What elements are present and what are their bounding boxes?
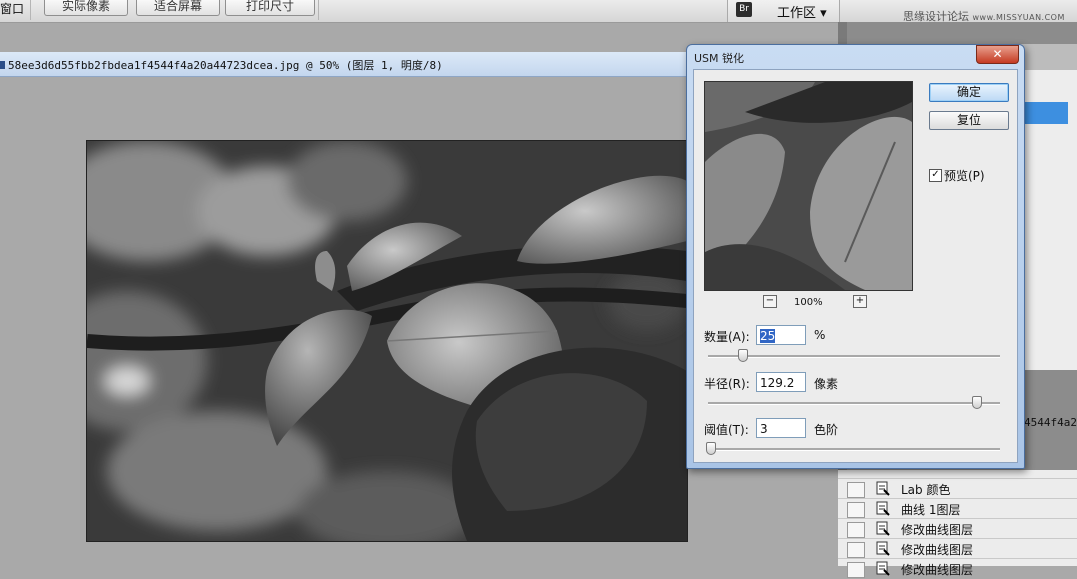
dialog-title: USM 锐化 xyxy=(694,52,745,65)
threshold-label: 阈值(T): xyxy=(704,423,749,437)
threshold-slider-thumb[interactable] xyxy=(705,442,716,455)
preview-checkbox[interactable]: ✓ xyxy=(929,169,942,182)
bridge-icon[interactable]: Br xyxy=(736,2,752,17)
actual-pixels-button[interactable]: 实际像素 xyxy=(44,0,128,16)
amount-value[interactable]: 25 xyxy=(760,329,776,343)
document-icon xyxy=(0,61,5,69)
history-snapshot-checkbox[interactable] xyxy=(847,482,865,498)
threshold-unit: 色阶 xyxy=(814,423,839,437)
history-row[interactable]: 曲线 1图层 xyxy=(838,498,1077,519)
history-row[interactable]: 修改曲线图层 xyxy=(838,518,1077,539)
history-state-icon xyxy=(876,561,890,576)
history-row[interactable]: 修改曲线图层 xyxy=(838,538,1077,559)
radius-input[interactable]: 129.2 xyxy=(756,372,806,392)
separator xyxy=(30,0,31,20)
history-row[interactable]: Lab 颜色 xyxy=(838,478,1077,499)
history-label: 修改曲线图层 xyxy=(901,543,974,557)
history-state-icon xyxy=(876,501,890,516)
document-tab[interactable]: 58ee3d6d55fbb2fbdea1f4544f4a20a44723dcea… xyxy=(0,52,686,77)
workspace-switcher[interactable]: Br 工作区 ▾ xyxy=(727,0,840,22)
dialog-body: − 100% + 确定 复位 ✓ 预览(P) 数量(A): 25 % 半径(R)… xyxy=(693,69,1018,463)
preview-image xyxy=(705,82,912,290)
selected-row-highlight[interactable] xyxy=(1023,102,1068,124)
history-label: 修改曲线图层 xyxy=(901,523,974,537)
amount-input[interactable]: 25 xyxy=(756,325,806,345)
unsharp-mask-dialog: USM 锐化 ✕ − 100% + 确定 复位 ✓ 预览(P) 数量(A): 2… xyxy=(686,44,1025,469)
history-label: Lab 颜色 xyxy=(901,483,951,497)
preview-checkbox-label[interactable]: 预览(P) xyxy=(944,167,985,184)
watermark-url: www.MISSYUAN.COM xyxy=(972,13,1065,22)
preview-window[interactable] xyxy=(704,81,913,291)
history-panel: Lab 颜色 曲线 1图层 修改曲线图层 修改曲线图层 修改曲线图层 xyxy=(838,470,1077,578)
print-size-button[interactable]: 打印尺寸 xyxy=(225,0,315,16)
history-label: 修改曲线图层 xyxy=(901,563,974,577)
layer-name-fragment: 4544f4a20 xyxy=(1024,416,1077,429)
threshold-input[interactable]: 3 xyxy=(756,418,806,438)
amount-unit: % xyxy=(814,328,826,342)
radius-unit: 像素 xyxy=(814,377,839,391)
zoom-out-button[interactable]: − xyxy=(763,295,777,308)
canvas-image[interactable] xyxy=(86,140,688,542)
zoom-in-button[interactable]: + xyxy=(853,295,867,308)
amount-label: 数量(A): xyxy=(704,330,750,344)
workspace-label[interactable]: 工作区 ▾ xyxy=(777,2,827,21)
threshold-slider-track[interactable] xyxy=(708,448,1000,451)
amount-slider-thumb[interactable] xyxy=(738,349,749,362)
history-state-icon xyxy=(876,521,890,536)
history-label: 曲线 1图层 xyxy=(901,503,961,517)
history-snapshot-checkbox[interactable] xyxy=(847,522,865,538)
leaf-photo xyxy=(87,141,687,541)
zoom-level: 100% xyxy=(794,297,823,308)
history-snapshot-checkbox[interactable] xyxy=(847,502,865,518)
window-menu[interactable]: 窗口 xyxy=(0,0,24,17)
ok-button[interactable]: 确定 xyxy=(929,83,1009,102)
document-title: 58ee3d6d55fbb2fbdea1f4544f4a20a44723dcea… xyxy=(8,59,443,72)
amount-slider-track[interactable] xyxy=(708,355,1000,358)
radius-label: 半径(R): xyxy=(704,377,750,391)
close-button[interactable]: ✕ xyxy=(976,45,1019,64)
separator xyxy=(318,0,319,20)
radius-slider-thumb[interactable] xyxy=(971,396,982,409)
history-state-icon xyxy=(876,481,890,496)
history-snapshot-checkbox[interactable] xyxy=(847,562,865,578)
history-row[interactable]: 修改曲线图层 xyxy=(838,558,1077,579)
history-state-icon xyxy=(876,541,890,556)
radius-slider-track[interactable] xyxy=(708,402,1000,405)
reset-button[interactable]: 复位 xyxy=(929,111,1009,130)
history-snapshot-checkbox[interactable] xyxy=(847,542,865,558)
fit-screen-button[interactable]: 适合屏幕 xyxy=(136,0,220,16)
options-bar: 窗口 实际像素 适合屏幕 打印尺寸 Br 工作区 ▾ 思缘设计论坛 www.MI… xyxy=(0,0,1077,23)
